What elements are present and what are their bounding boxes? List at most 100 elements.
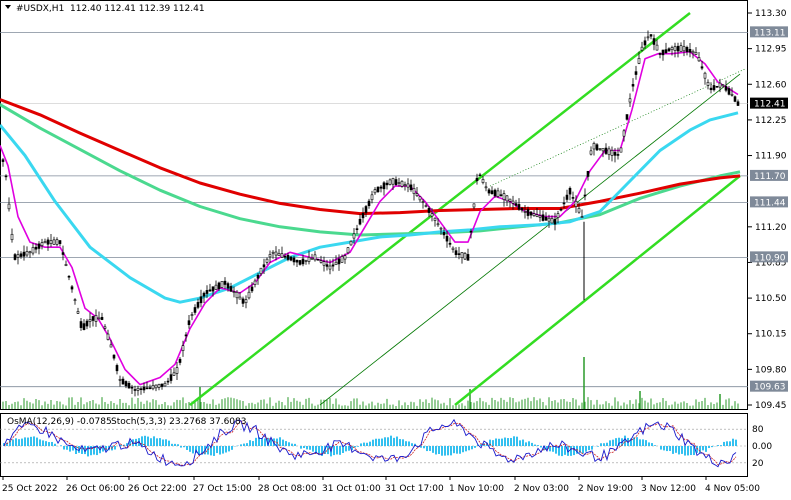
candle-body xyxy=(106,333,110,340)
candle-body xyxy=(562,202,566,205)
candle-body xyxy=(658,53,662,55)
chart-header-ohlc: 112.40 112.41 112.39 112.41 xyxy=(70,4,205,14)
candle-body xyxy=(448,242,452,245)
candle-body xyxy=(193,307,197,313)
candle-body xyxy=(595,144,599,151)
candle-body xyxy=(379,186,383,189)
candle-body xyxy=(676,45,680,52)
candle-body xyxy=(142,386,146,391)
candle-body xyxy=(613,152,617,156)
candle-body xyxy=(424,205,428,207)
candle-body xyxy=(634,71,638,75)
candle-body xyxy=(577,208,581,213)
time-tick-label: 2 Nov 19:00 xyxy=(578,484,633,494)
candle-body xyxy=(280,253,284,258)
candle-body xyxy=(712,85,716,91)
time-tick-label: 26 Oct 06:00 xyxy=(66,484,125,494)
candle-body xyxy=(691,50,695,54)
candle-body xyxy=(445,235,449,242)
candle-body xyxy=(526,209,530,216)
candle-body xyxy=(199,296,203,304)
candle-body xyxy=(304,260,308,262)
candle-body xyxy=(541,214,545,221)
time-tick-label: 4 Nov 05:00 xyxy=(705,484,760,494)
candle-body xyxy=(202,292,206,297)
candle-body xyxy=(274,251,278,256)
candle-body xyxy=(37,243,41,249)
candle-body xyxy=(616,154,620,156)
price-chart[interactable]: 113.30 112.95 112.60 112.25 111.90 111.20 110.… xyxy=(0,0,791,500)
candle-body xyxy=(292,257,296,263)
candle-body xyxy=(529,211,533,216)
candle-body xyxy=(70,286,74,290)
candle-body xyxy=(550,218,554,224)
candle-body xyxy=(211,286,215,292)
osma-header: OsMA(12,26,9) -0.0785 xyxy=(7,417,112,427)
candle-body xyxy=(589,150,593,155)
candle-body xyxy=(238,296,242,300)
candle-body xyxy=(496,190,500,197)
candle-body xyxy=(178,358,182,363)
candle-body xyxy=(436,223,440,226)
candle-body xyxy=(427,207,431,213)
level-tag-label: 111.70 xyxy=(754,172,786,182)
candle-body xyxy=(250,286,254,292)
candle-body xyxy=(175,367,179,374)
candle-body xyxy=(184,334,188,337)
price-tick-label: 111.90 xyxy=(755,152,787,162)
candle-body xyxy=(388,179,392,185)
candle-body xyxy=(160,383,164,387)
candle-body xyxy=(625,114,629,120)
candle-body xyxy=(652,38,656,45)
candle-body xyxy=(313,254,317,261)
candle-body xyxy=(523,211,527,213)
candle-body xyxy=(100,316,104,320)
candle-body xyxy=(334,261,338,266)
candle-body xyxy=(232,291,236,293)
candle-body xyxy=(556,213,560,218)
candle-body xyxy=(544,216,548,221)
candle-body xyxy=(25,251,29,256)
price-tick-label: 110.50 xyxy=(755,294,787,304)
candle-body xyxy=(253,280,257,285)
level-tag-label: 110.90 xyxy=(754,253,786,263)
candle-body xyxy=(373,189,377,194)
candle-body xyxy=(259,267,263,274)
candle-body xyxy=(196,302,200,308)
candle-body xyxy=(73,299,77,302)
candle-body xyxy=(598,148,602,150)
candle-body xyxy=(655,44,659,51)
candle-body xyxy=(382,182,386,190)
candle-body xyxy=(700,66,704,69)
candle-body xyxy=(325,264,329,267)
candle-body xyxy=(172,372,176,376)
price-tick-label: 113.30 xyxy=(755,9,787,19)
candle-body xyxy=(307,257,311,262)
candle-body xyxy=(451,247,455,250)
candle-body xyxy=(643,40,647,46)
candle-body xyxy=(574,200,578,207)
candle-body xyxy=(262,264,266,268)
candle-body xyxy=(340,256,344,263)
candle-body xyxy=(49,240,53,244)
candle-body xyxy=(328,265,332,270)
candle-body xyxy=(397,182,401,184)
time-tick-label: 31 Oct 17:00 xyxy=(385,484,444,494)
candle-body xyxy=(118,379,122,381)
candle-body xyxy=(229,286,233,292)
candle-body xyxy=(271,251,275,254)
time-tick-label: 3 Nov 12:00 xyxy=(641,484,696,494)
candle-body xyxy=(571,197,575,199)
candle-body xyxy=(703,72,707,79)
time-tick-label: 2 Nov 03:00 xyxy=(514,484,569,494)
candle-body xyxy=(352,233,356,239)
candle-body xyxy=(367,200,371,207)
candle-body xyxy=(337,258,341,265)
candle-body xyxy=(733,96,737,102)
candle-body xyxy=(217,282,221,290)
candle-body xyxy=(1,159,5,162)
candle-body xyxy=(64,264,68,266)
chart-container[interactable]: 113.30 112.95 112.60 112.25 111.90 111.20 110.… xyxy=(0,0,791,500)
candle-body xyxy=(103,326,107,329)
candle-body xyxy=(736,101,740,106)
